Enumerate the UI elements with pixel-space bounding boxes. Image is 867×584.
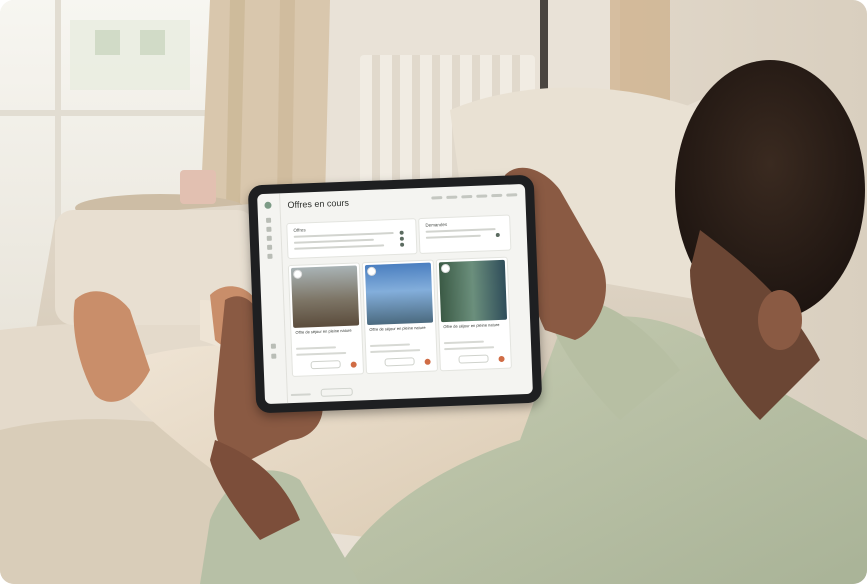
card-title: Offre de séjour en pleine nature — [295, 327, 352, 335]
card-title: Offre de séjour en pleine nature — [369, 324, 426, 333]
nav-settings-icon[interactable] — [270, 343, 277, 349]
offer-card[interactable]: Offre de séjour en pleine nature — [287, 262, 365, 378]
app-sidebar — [257, 193, 289, 405]
filter-offers-label: Offres — [293, 227, 306, 233]
top-nav-item[interactable] — [431, 196, 443, 200]
filter-requests-label: Demandes — [425, 221, 448, 228]
page-title: Offres en cours — [287, 197, 350, 211]
nav-home-icon[interactable] — [265, 217, 272, 223]
top-nav-item[interactable] — [476, 194, 488, 198]
offer-card[interactable]: Offre de séjour en pleine nature — [435, 256, 512, 372]
top-nav-item[interactable] — [491, 193, 503, 198]
nav-calendar-icon[interactable] — [266, 235, 272, 241]
card-action-button[interactable] — [498, 355, 505, 363]
tablet-screen: Offres en cours Offres Demandes Offre de… — [257, 183, 533, 405]
card-details-button[interactable] — [384, 357, 415, 367]
card-action-button[interactable] — [424, 358, 431, 365]
top-nav-item[interactable] — [461, 194, 473, 199]
card-title: Offre de séjour en pleine nature — [443, 322, 500, 330]
nav-message-icon[interactable] — [267, 244, 273, 250]
card-action-button[interactable] — [350, 361, 357, 368]
cup — [180, 170, 216, 204]
bottom-pill[interactable] — [320, 387, 353, 397]
filter-offers[interactable]: Offres — [286, 218, 418, 260]
top-nav-item[interactable] — [506, 193, 518, 197]
filter-requests[interactable]: Demandes — [418, 214, 512, 255]
bottom-bar — [290, 382, 527, 399]
nav-user-icon[interactable] — [267, 253, 273, 259]
app-logo-icon — [264, 201, 272, 209]
top-nav-item[interactable] — [446, 195, 458, 199]
nav-list-icon[interactable] — [266, 226, 272, 232]
nav-help-icon[interactable] — [271, 353, 277, 359]
photo-frame: Offres en cours Offres Demandes Offre de… — [0, 0, 867, 584]
offer-card[interactable]: Offre de séjour en pleine nature — [361, 259, 439, 375]
tablet: Offres en cours Offres Demandes Offre de… — [247, 174, 543, 414]
top-nav — [431, 193, 518, 200]
card-details-button[interactable] — [310, 360, 341, 370]
card-details-button[interactable] — [458, 354, 489, 364]
